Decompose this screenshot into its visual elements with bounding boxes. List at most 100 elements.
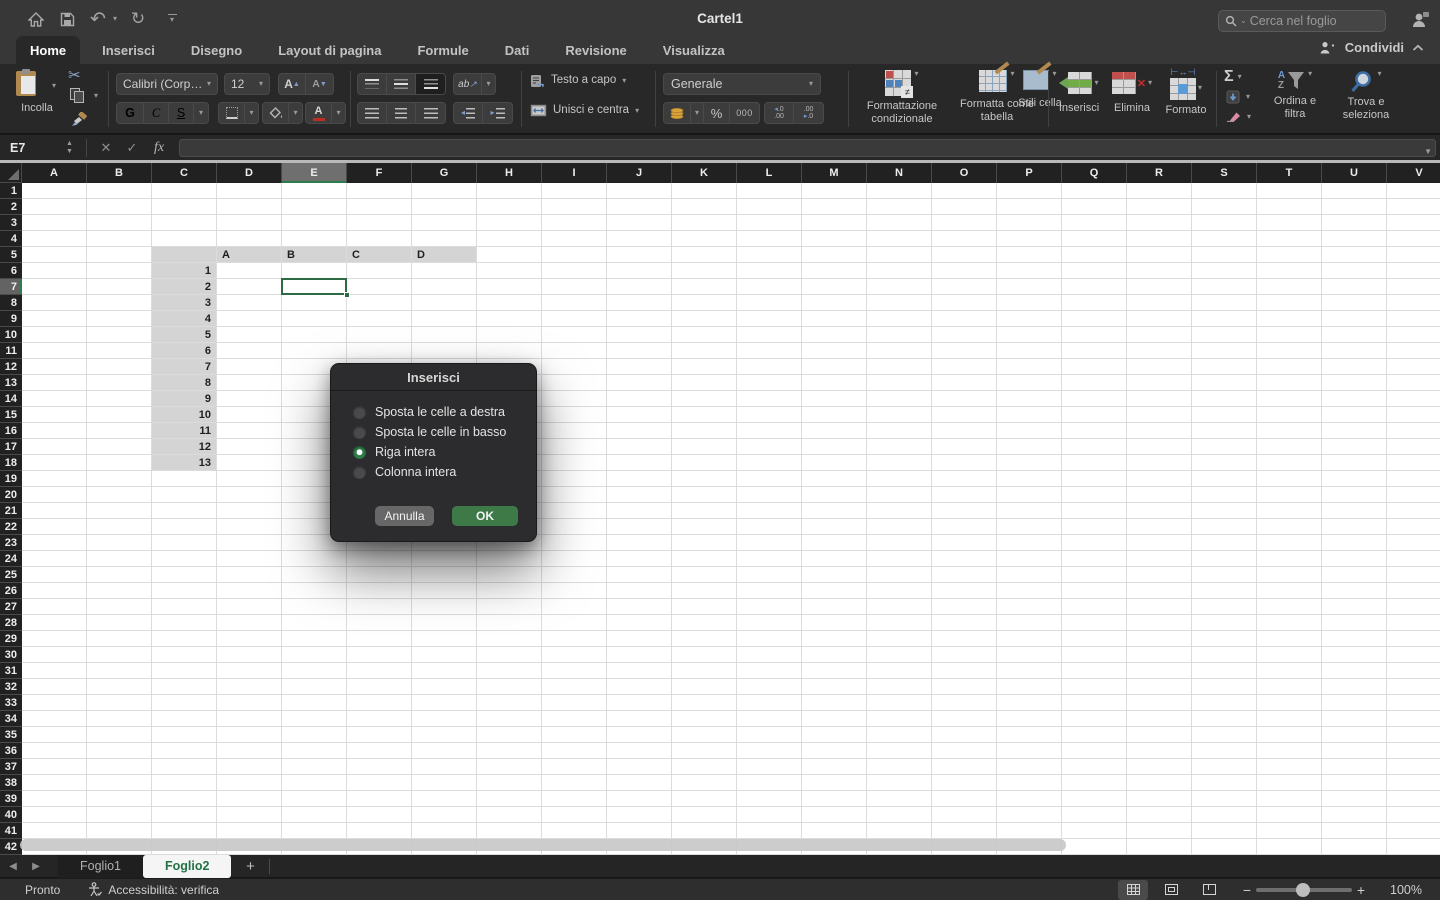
decrease-indent-icon[interactable]: ◂ xyxy=(454,103,483,123)
cell-C17[interactable]: 12 xyxy=(152,439,211,455)
align-top-icon[interactable] xyxy=(358,74,387,94)
row-header-18[interactable]: 18 xyxy=(0,455,22,471)
accessibility-status[interactable]: Accessibilità: verifica xyxy=(88,882,219,897)
add-sheet-button[interactable]: + xyxy=(231,858,269,875)
row-header-37[interactable]: 37 xyxy=(0,759,22,775)
orientation-icon[interactable]: ab↗ xyxy=(454,74,482,94)
row-header-2[interactable]: 2 xyxy=(0,199,22,215)
insert-cells-button[interactable]: ▾ Inserisci xyxy=(1054,72,1104,115)
decrease-decimal-icon[interactable]: .00▸.0 xyxy=(794,103,823,123)
row-header-6[interactable]: 6 xyxy=(0,263,22,279)
menu-tab-dati[interactable]: Dati xyxy=(491,36,544,64)
column-header-F[interactable]: F xyxy=(347,163,412,183)
menu-tab-formule[interactable]: Formule xyxy=(403,36,482,64)
cell-E5[interactable]: B xyxy=(287,247,295,263)
radio-selected-icon[interactable] xyxy=(353,446,366,459)
dialog-option-sposta-le-celle-a-destra[interactable]: Sposta le celle a destra xyxy=(353,402,530,422)
row-header-36[interactable]: 36 xyxy=(0,743,22,759)
row-header-31[interactable]: 31 xyxy=(0,663,22,679)
cell-C6[interactable]: 1 xyxy=(152,263,211,279)
font-size-select[interactable]: 12▾ xyxy=(224,73,270,95)
page-break-view-icon[interactable] xyxy=(1194,880,1224,900)
row-header-24[interactable]: 24 xyxy=(0,551,22,567)
confirm-entry-icon[interactable]: ✓ xyxy=(119,140,145,156)
cell-C9[interactable]: 4 xyxy=(152,311,211,327)
share-area[interactable]: Condividi xyxy=(1319,40,1426,55)
sheet-tab-foglio2[interactable]: Foglio2 xyxy=(143,855,231,878)
paste-label[interactable]: Incolla xyxy=(8,102,66,115)
cell-C13[interactable]: 8 xyxy=(152,375,211,391)
cell-C12[interactable]: 7 xyxy=(152,359,211,375)
menu-tab-visualizza[interactable]: Visualizza xyxy=(649,36,739,64)
row-header-11[interactable]: 11 xyxy=(0,343,22,359)
column-header-J[interactable]: J xyxy=(607,163,672,183)
autosum-button[interactable]: Σ ▾ xyxy=(1224,68,1242,86)
row-header-16[interactable]: 16 xyxy=(0,423,22,439)
row-header-26[interactable]: 26 xyxy=(0,583,22,599)
decrease-font-icon[interactable]: A▼ xyxy=(306,74,333,94)
align-left-icon[interactable] xyxy=(358,103,387,123)
merge-center-button[interactable]: Unisci e centra ▾ xyxy=(530,104,639,117)
font-name-select[interactable]: Calibri (Corp…▾ xyxy=(116,73,218,95)
fill-color-icon[interactable] xyxy=(263,103,289,123)
number-format-select[interactable]: Generale▾ xyxy=(663,73,821,95)
copy-icon[interactable] xyxy=(70,88,84,103)
cell-C11[interactable]: 6 xyxy=(152,343,211,359)
row-header-39[interactable]: 39 xyxy=(0,791,22,807)
font-color-dropdown-icon[interactable]: ▾ xyxy=(332,103,345,123)
row-header-4[interactable]: 4 xyxy=(0,231,22,247)
fill-button[interactable]: ▾ xyxy=(1226,90,1250,104)
paste-icon[interactable] xyxy=(14,68,40,98)
row-header-23[interactable]: 23 xyxy=(0,535,22,551)
column-header-G[interactable]: G xyxy=(412,163,477,183)
ok-button[interactable]: OK xyxy=(452,506,518,526)
formula-input[interactable] xyxy=(179,139,1436,157)
zoom-out-button[interactable]: − xyxy=(1238,882,1256,898)
column-header-C[interactable]: C xyxy=(152,163,217,183)
row-header-7[interactable]: 7 xyxy=(0,279,22,295)
row-header-12[interactable]: 12 xyxy=(0,359,22,375)
clear-button[interactable]: ▾ xyxy=(1226,111,1251,122)
normal-view-icon[interactable] xyxy=(1118,880,1148,900)
increase-decimal-icon[interactable]: ◂.0.00 xyxy=(765,103,794,123)
comma-style-button[interactable]: 000 xyxy=(730,103,759,123)
align-center-icon[interactable] xyxy=(387,103,416,123)
column-header-I[interactable]: I xyxy=(542,163,607,183)
radio-icon[interactable] xyxy=(353,466,366,479)
page-layout-view-icon[interactable] xyxy=(1156,880,1186,900)
borders-dropdown-icon[interactable]: ▾ xyxy=(245,103,258,123)
insert-function-icon[interactable]: fx xyxy=(145,140,173,156)
menu-tab-layout-di-pagina[interactable]: Layout di pagina xyxy=(264,36,395,64)
column-header-H[interactable]: H xyxy=(477,163,542,183)
row-header-27[interactable]: 27 xyxy=(0,599,22,615)
dialog-option-colonna-intera[interactable]: Colonna intera xyxy=(353,462,530,482)
row-header-5[interactable]: 5 xyxy=(0,247,22,263)
row-header-33[interactable]: 33 xyxy=(0,695,22,711)
column-header-Q[interactable]: Q xyxy=(1062,163,1127,183)
search-input[interactable] xyxy=(1250,14,1370,28)
conditional-formatting-button[interactable]: ≠ ▾ Formattazione condizionale xyxy=(854,70,950,125)
share-button[interactable]: Condividi xyxy=(1345,40,1404,55)
row-header-30[interactable]: 30 xyxy=(0,647,22,663)
column-header-V[interactable]: V xyxy=(1387,163,1440,183)
delete-cells-button[interactable]: ✕ ▾ Elimina xyxy=(1108,72,1156,115)
dialog-option-riga-intera[interactable]: Riga intera xyxy=(353,442,530,462)
cell-G5[interactable]: D xyxy=(417,247,425,263)
column-header-T[interactable]: T xyxy=(1257,163,1322,183)
zoom-in-button[interactable]: + xyxy=(1352,882,1370,898)
column-header-L[interactable]: L xyxy=(737,163,802,183)
cell-F5[interactable]: C xyxy=(352,247,360,263)
column-header-K[interactable]: K xyxy=(672,163,737,183)
italic-button[interactable]: C xyxy=(144,103,169,123)
column-header-O[interactable]: O xyxy=(932,163,997,183)
row-header-8[interactable]: 8 xyxy=(0,295,22,311)
column-header-B[interactable]: B xyxy=(87,163,152,183)
percent-style-button[interactable]: % xyxy=(704,103,730,123)
select-all-corner[interactable] xyxy=(0,163,22,183)
row-header-13[interactable]: 13 xyxy=(0,375,22,391)
account-icon[interactable] xyxy=(1410,9,1430,29)
wrap-text-button[interactable]: Testo a capo ▾ xyxy=(530,74,626,88)
column-header-P[interactable]: P xyxy=(997,163,1062,183)
row-header-32[interactable]: 32 xyxy=(0,679,22,695)
name-box[interactable]: E7 xyxy=(0,141,66,155)
